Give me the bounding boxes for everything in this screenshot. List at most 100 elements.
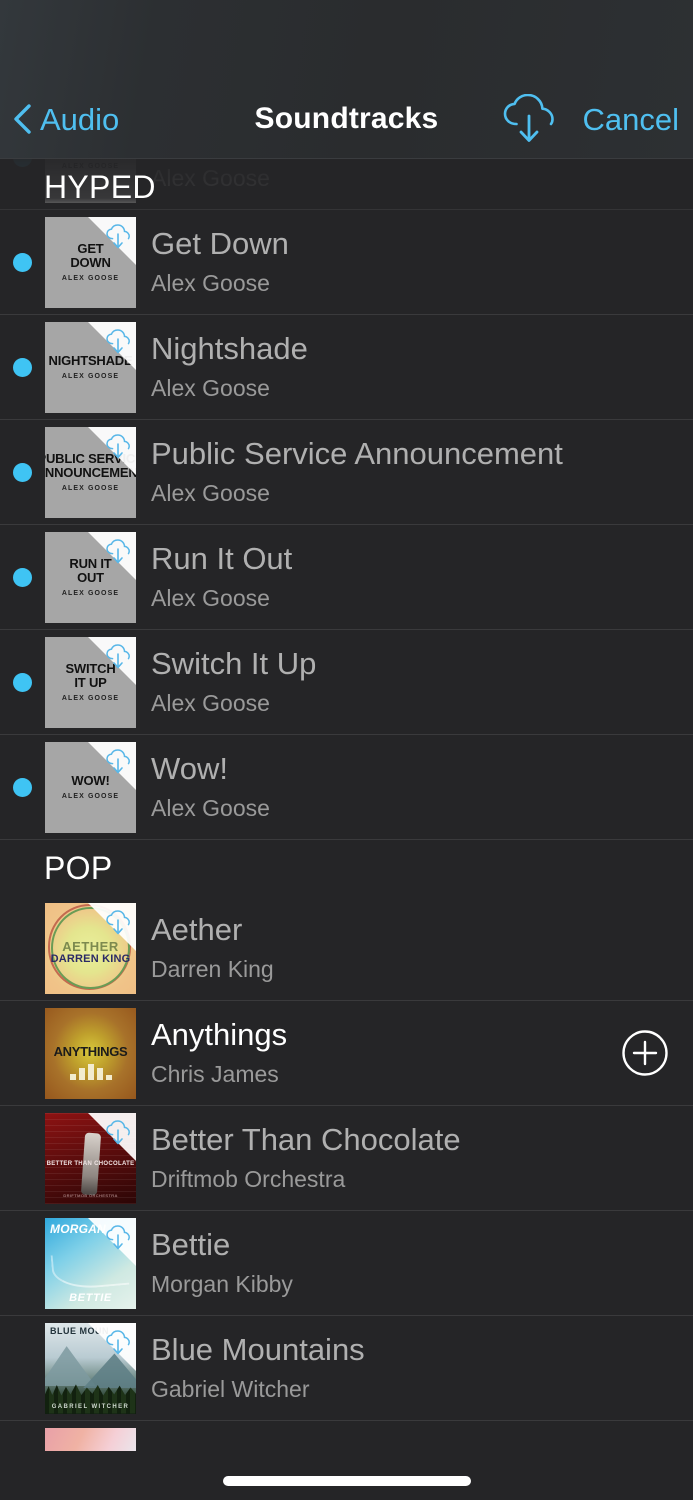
- album-artwork: SWITCH IT UP ALEX GOOSE: [45, 636, 136, 728]
- album-artwork: AETHER DARREN KING: [45, 902, 136, 994]
- artwork-title: NIGHTSHADE: [48, 353, 133, 369]
- artwork-title: MORGAN: [50, 1221, 106, 1236]
- artwork-title: GET DOWN: [70, 241, 111, 270]
- selection-indicator-slot: [0, 1044, 45, 1063]
- cloud-download-icon[interactable]: [501, 94, 557, 144]
- selection-indicator-slot: [0, 462, 45, 482]
- artwork-title: BETTER THAN CHOCOLATE: [46, 1160, 135, 1167]
- track-artist: Darren King: [151, 957, 274, 983]
- artwork-text: NIGHTSHADE ALEX GOOSE: [45, 322, 136, 413]
- artwork-text: PUBLIC SERVICE ANNOUNCEMENT ALEX GOOSE: [45, 427, 136, 518]
- track-artist: Alex Goose: [151, 586, 270, 612]
- back-button[interactable]: Audio: [12, 103, 119, 135]
- section-title: POP: [44, 850, 113, 886]
- track-title: Blue Mountains: [151, 1333, 365, 1368]
- selection-indicator-slot: [0, 777, 45, 797]
- track-row[interactable]: GET DOWN ALEX GOOSE Get Down Alex Goose: [0, 210, 693, 315]
- navigation-bar: Audio Soundtracks Cancel: [0, 0, 693, 159]
- new-track-dot: [13, 939, 32, 958]
- artwork-decoration: [45, 1062, 136, 1081]
- artwork-artist: ALEX GOOSE: [61, 589, 120, 597]
- artwork-text: WOW! ALEX GOOSE: [45, 742, 136, 833]
- row-action-slot: [597, 1029, 693, 1077]
- selection-indicator-slot: [0, 357, 45, 377]
- artwork-text: SWITCH IT UP ALEX GOOSE: [45, 637, 136, 728]
- track-artist: Alex Goose: [151, 691, 270, 717]
- track-info: Anythings Chris James: [136, 1018, 597, 1087]
- track-row[interactable]: SWITCH IT UP ALEX GOOSE Switch It Up Alex G…: [0, 630, 693, 735]
- track-row[interactable]: BETTER THAN CHOCOLATE DRIFTMOB ORCHESTRA B…: [0, 1106, 693, 1211]
- artwork-artist: GABRIEL WITCHER: [51, 1403, 130, 1410]
- album-artwork: [45, 1427, 136, 1451]
- track-row[interactable]: MORGAN BETTIE Bettie Morgan Kibby: [0, 1211, 693, 1316]
- artwork-bar: [69, 1074, 76, 1081]
- track-artist: Alex Goose: [151, 271, 270, 297]
- track-artist: Gabriel Witcher: [151, 1377, 310, 1403]
- selection-indicator-slot: [0, 567, 45, 587]
- artwork-bar: [96, 1068, 103, 1081]
- track-info: Bettie Morgan Kibby: [136, 1228, 597, 1297]
- track-artist: Alex Goose: [151, 481, 270, 507]
- artwork-artist: BETTIE: [69, 1291, 112, 1304]
- album-artwork: NIGHTSHADE ALEX GOOSE: [45, 321, 136, 413]
- track-info: Aether Darren King: [136, 913, 597, 982]
- track-title: Switch It Up: [151, 647, 317, 682]
- new-track-dot: [13, 1149, 32, 1168]
- track-title: Wow!: [151, 752, 228, 787]
- artwork-artist: ALEX GOOSE: [61, 792, 120, 800]
- new-track-dot: [13, 672, 32, 692]
- track-row[interactable]: PUBLIC SERVICE ANNOUNCEMENT ALEX GOOSE Pub…: [0, 420, 693, 525]
- selection-indicator-slot: [0, 672, 45, 692]
- track-row[interactable]: RUN IT OUT ALEX GOOSE Run It Out Alex Goose: [0, 525, 693, 630]
- album-artwork: RUN IT OUT ALEX GOOSE: [45, 531, 136, 623]
- track-info: Better Than Chocolate Driftmob Orchestra: [136, 1123, 597, 1192]
- track-row[interactable]: [0, 1421, 693, 1451]
- selection-indicator-slot: [0, 939, 45, 958]
- track-info: Switch It Up Alex Goose: [136, 647, 597, 716]
- new-track-dot: [13, 777, 32, 797]
- new-track-dot: [13, 252, 32, 272]
- track-title: Run It Out: [151, 542, 293, 577]
- artwork-title: ANYTHINGS: [53, 1043, 128, 1059]
- track-row[interactable]: ANYTHINGS Anythings Chris James: [0, 1001, 693, 1106]
- section-header: HYPED: [0, 159, 693, 215]
- track-row[interactable]: NIGHTSHADE ALEX GOOSE Nightshade Alex Goose: [0, 315, 693, 420]
- artwork-bar: [87, 1064, 94, 1081]
- track-info: Get Down Alex Goose: [136, 227, 597, 296]
- artwork-text: GET DOWN ALEX GOOSE: [45, 217, 136, 308]
- track-title: Nightshade: [151, 332, 308, 367]
- album-artwork: ANYTHINGS: [45, 1007, 136, 1099]
- selection-indicator-slot: [0, 1359, 45, 1378]
- clipped-row-wrapper[interactable]: [0, 1421, 693, 1451]
- track-artist: Driftmob Orchestra: [151, 1167, 346, 1193]
- chevron-left-icon: [14, 104, 31, 134]
- track-row[interactable]: AETHER DARREN KING Aether Darren King: [0, 896, 693, 1001]
- new-track-dot: [13, 462, 32, 482]
- track-artist: Morgan Kibby: [151, 1272, 293, 1298]
- track-info: Run It Out Alex Goose: [136, 542, 597, 611]
- album-artwork: PUBLIC SERVICE ANNOUNCEMENT ALEX GOOSE: [45, 426, 136, 518]
- track-row[interactable]: WOW! ALEX GOOSE Wow! Alex Goose: [0, 735, 693, 840]
- cloud-download-icon: [106, 1224, 130, 1249]
- artwork-artist: ALEX GOOSE: [61, 484, 120, 492]
- artwork-artist: DARREN KING: [50, 952, 131, 965]
- plus-circle-icon[interactable]: [621, 1029, 669, 1077]
- artwork-title: WOW!: [71, 773, 110, 789]
- track-title: Get Down: [151, 227, 289, 262]
- album-artwork: WOW! ALEX GOOSE: [45, 741, 136, 833]
- artwork-text: RUN IT OUT ALEX GOOSE: [45, 532, 136, 623]
- navigation-bar-actions: Cancel: [501, 94, 680, 144]
- artwork-decoration: [50, 1248, 131, 1292]
- track-title: Aether: [151, 913, 243, 948]
- new-track-dot: [13, 1044, 32, 1063]
- selection-indicator-slot: [0, 252, 45, 272]
- cancel-button[interactable]: Cancel: [583, 104, 680, 135]
- track-artist: Alex Goose: [151, 376, 270, 402]
- artwork-decoration: [83, 1353, 136, 1389]
- artwork-title: BLUE MOUN: [50, 1325, 109, 1336]
- back-button-label: Audio: [40, 101, 120, 137]
- soundtrack-list[interactable]: EL RITMOALEX GOOSEEl RitmoAlex GooseGET …: [0, 159, 693, 1500]
- artwork-artist: ALEX GOOSE: [61, 372, 120, 380]
- track-row[interactable]: BLUE MOUN GABRIEL WITCHER Blue Mountains Ga…: [0, 1316, 693, 1421]
- album-artwork: BLUE MOUN GABRIEL WITCHER: [45, 1322, 136, 1414]
